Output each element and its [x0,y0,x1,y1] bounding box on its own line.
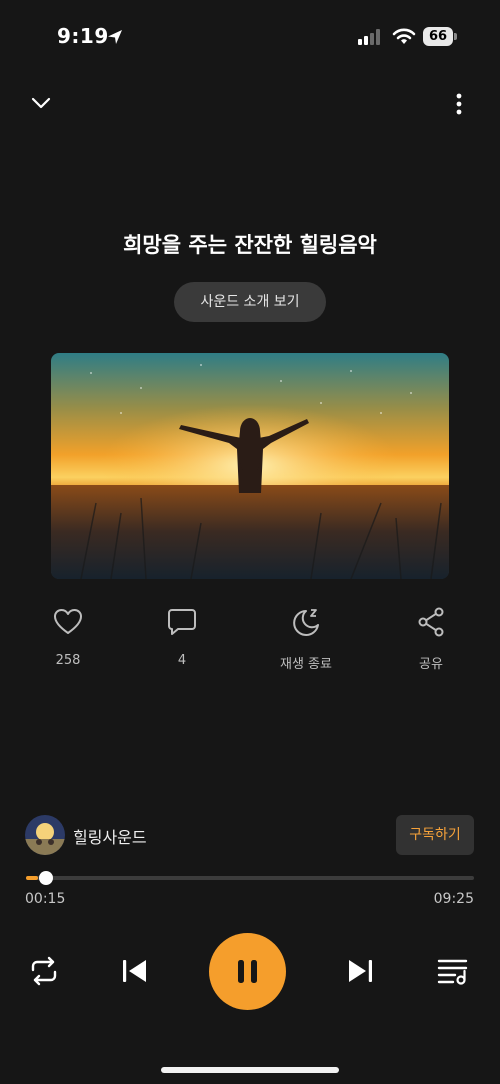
comment-icon [168,609,196,635]
progress-fill [26,876,39,880]
current-time: 00:15 [25,891,66,907]
subscribe-button[interactable]: 구독하기 [396,815,474,855]
location-arrow-icon [108,30,122,44]
progress-track[interactable] [26,876,474,880]
sleep-timer-label: 재생 종료 [280,657,332,672]
queue-icon[interactable] [436,955,470,987]
like-count: 258 [55,653,81,668]
channel-name[interactable]: 힐링사운드 [73,824,147,848]
sleep-timer-action[interactable]: 재생 종료 [266,606,346,672]
chevron-down-icon[interactable] [30,93,52,113]
cover-artwork [51,353,449,579]
heart-icon [54,609,82,634]
total-time: 09:25 [433,891,474,907]
pause-button[interactable] [209,933,286,1010]
sound-intro-button[interactable]: 사운드 소개 보기 [174,282,326,322]
status-time: 9:19 [57,24,109,48]
more-vertical-icon[interactable] [449,91,469,117]
pause-icon [238,960,257,983]
like-action[interactable]: 258 [28,606,108,668]
sleep-timer-icon [293,609,319,636]
previous-icon[interactable] [120,955,150,987]
progress-thumb[interactable] [39,871,54,885]
share-icon [418,607,444,637]
channel-avatar[interactable] [25,815,65,855]
share-label: 공유 [419,657,443,672]
share-action[interactable]: 공유 [391,606,471,672]
next-icon[interactable] [345,955,375,987]
battery-indicator: 66 [423,27,457,46]
comment-action[interactable]: 4 [142,606,222,668]
track-title: 희망을 주는 잔잔한 힐링음악 [123,233,377,257]
home-indicator [161,1067,339,1073]
repeat-icon[interactable] [28,955,60,987]
cellular-signal-icon [358,29,380,45]
battery-level: 66 [423,27,453,46]
wifi-icon [392,28,416,44]
comment-count: 4 [177,653,187,668]
